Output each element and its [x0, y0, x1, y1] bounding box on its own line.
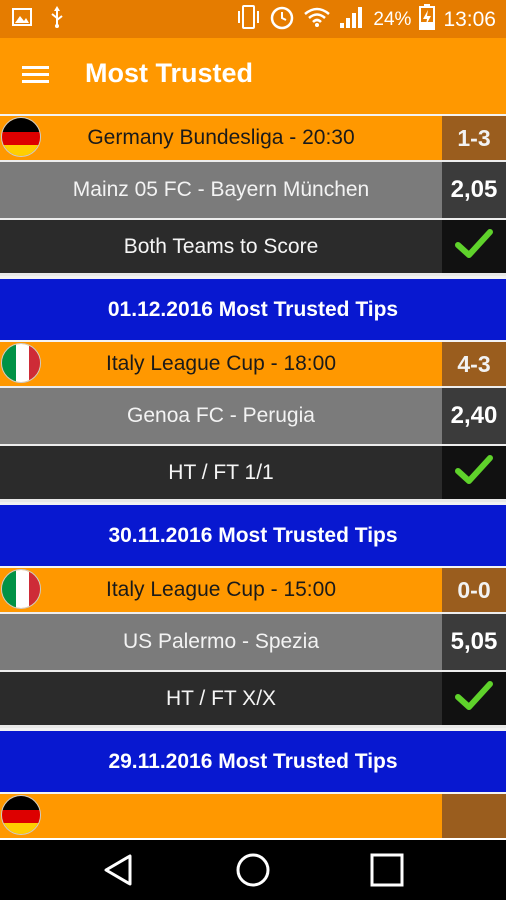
clock: 13:06: [443, 7, 496, 31]
menu-icon[interactable]: [22, 62, 56, 92]
app-bar: Most Trusted: [0, 38, 506, 114]
check-icon: [454, 680, 494, 718]
odds-value: 2,05: [442, 162, 506, 218]
tip-row: HT / FT 1/1: [0, 444, 506, 502]
navigation-bar: [0, 840, 506, 900]
tip-row: HT / FT X/X: [0, 670, 506, 728]
match-row: Genoa FC - Perugia 2,40: [0, 386, 506, 444]
score-badge: 4-3: [442, 342, 506, 386]
league-row: Germany Bundesliga - 20:30 1-3: [0, 114, 506, 160]
check-icon: [454, 228, 494, 266]
section-header: 30.11.2016 Most Trusted Tips: [0, 502, 506, 566]
battery-charging-icon: [419, 4, 436, 35]
match-label: Mainz 05 FC - Bayern München: [72, 178, 370, 201]
check-icon: [454, 454, 494, 492]
tip-label: HT / FT 1/1: [168, 460, 274, 484]
battery-percent: 24%: [373, 8, 412, 30]
tip-label: Both Teams to Score: [123, 234, 319, 258]
recents-icon[interactable]: [362, 850, 412, 890]
tip-card: Italy League Cup - 18:00 4-3 Genoa FC - …: [0, 340, 506, 502]
italy-flag-icon: [1, 343, 41, 383]
germany-flag-icon: [1, 795, 41, 835]
vibrate-icon: [235, 4, 261, 35]
league-label: Italy League Cup - 18:00: [106, 352, 336, 375]
tips-list[interactable]: Germany Bundesliga - 20:30 1-3 Mainz 05 …: [0, 114, 506, 840]
match-row: US Palermo - Spezia 5,05: [0, 612, 506, 670]
tip-label: HT / FT X/X: [165, 686, 277, 710]
league-label: Italy League Cup - 15:00: [106, 578, 336, 601]
match-label: US Palermo - Spezia: [122, 630, 320, 653]
score-badge: 0-0: [442, 568, 506, 612]
league-row: Italy League Cup - 15:00 0-0: [0, 566, 506, 612]
status-bar: 24% 13:06: [0, 0, 506, 38]
section-header: 01.12.2016 Most Trusted Tips: [0, 276, 506, 340]
tip-card: [0, 792, 506, 838]
match-row: Mainz 05 FC - Bayern München 2,05: [0, 160, 506, 218]
tip-card: Germany Bundesliga - 20:30 1-3 Mainz 05 …: [0, 114, 506, 276]
league-label: [0, 794, 442, 838]
score-badge: 1-3: [442, 116, 506, 160]
section-header: 29.11.2016 Most Trusted Tips: [0, 728, 506, 792]
alarm-icon: [269, 4, 295, 35]
odds-value: 5,05: [442, 614, 506, 670]
wifi-icon: [303, 6, 331, 33]
league-label: Germany Bundesliga - 20:30: [87, 126, 355, 149]
signal-icon: [339, 5, 365, 34]
odds-value: 2,40: [442, 388, 506, 444]
back-icon[interactable]: [94, 850, 144, 890]
score-badge: [442, 794, 506, 838]
italy-flag-icon: [1, 569, 41, 609]
match-label: Genoa FC - Perugia: [127, 404, 315, 427]
league-row: [0, 792, 506, 838]
germany-flag-icon: [1, 117, 41, 157]
gallery-icon: [12, 8, 32, 31]
page-title: Most Trusted: [85, 58, 254, 88]
league-row: Italy League Cup - 18:00 4-3: [0, 340, 506, 386]
tip-card: Italy League Cup - 15:00 0-0 US Palermo …: [0, 566, 506, 728]
tip-row: Both Teams to Score: [0, 218, 506, 276]
usb-icon: [50, 6, 64, 33]
home-icon[interactable]: [228, 850, 278, 890]
